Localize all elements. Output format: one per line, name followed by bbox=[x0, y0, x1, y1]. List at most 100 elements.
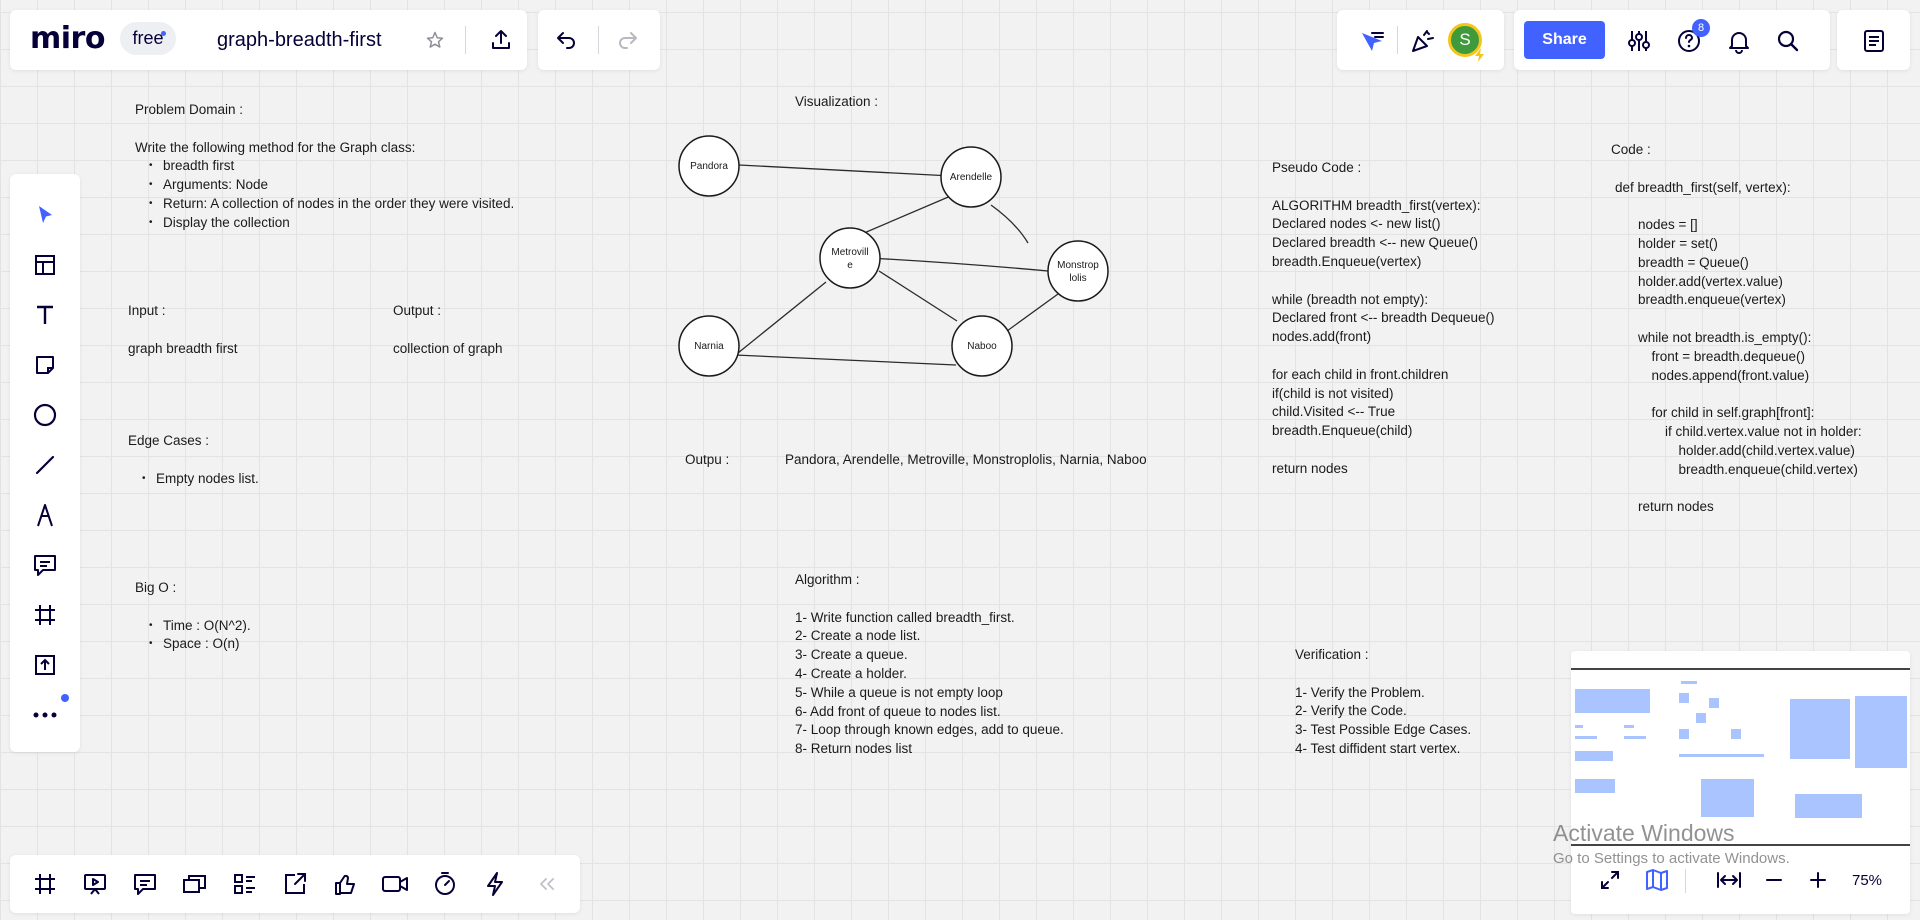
list-item: Empty nodes list. bbox=[128, 470, 259, 489]
plan-badge[interactable]: free bbox=[120, 22, 176, 55]
node-arendelle[interactable]: Arendelle bbox=[940, 146, 1002, 208]
map-icon[interactable] bbox=[1642, 865, 1672, 895]
list-item: Space : O(n) bbox=[135, 635, 251, 654]
output-block[interactable]: Output : collection of graph bbox=[393, 302, 503, 358]
output-result-label[interactable]: Outpu : bbox=[685, 451, 729, 470]
algorithm-step: 2- Create a node list. bbox=[795, 628, 921, 644]
video-icon[interactable] bbox=[380, 869, 410, 899]
comments-icon[interactable] bbox=[130, 869, 160, 899]
lightning-icon[interactable] bbox=[480, 869, 510, 899]
edge-cases-block[interactable]: Edge Cases : Empty nodes list. bbox=[128, 432, 259, 488]
verification-block[interactable]: Verification : 1- Verify the Problem. 2-… bbox=[1295, 646, 1471, 759]
edge-narnia-naboo bbox=[734, 354, 957, 366]
text-tool[interactable] bbox=[30, 300, 60, 330]
code-line: if child.vertex.value not in holder: bbox=[1665, 423, 1862, 439]
collapse-icon[interactable] bbox=[532, 869, 562, 899]
edge-metroville-monstropolis bbox=[868, 257, 1049, 272]
zoom-level[interactable]: 75% bbox=[1852, 872, 1882, 889]
problem-domain-block[interactable]: Problem Domain : Write the following met… bbox=[135, 101, 514, 233]
upload-icon[interactable] bbox=[487, 26, 515, 54]
plan-badge-label: free bbox=[132, 28, 164, 48]
sticky-note-tool[interactable] bbox=[30, 350, 60, 380]
input-block[interactable]: Input : graph breadth first bbox=[128, 302, 238, 358]
redo-icon[interactable] bbox=[614, 26, 642, 54]
templates-tool[interactable] bbox=[30, 250, 60, 280]
problem-domain-title: Problem Domain : bbox=[135, 102, 244, 117]
divider bbox=[465, 26, 466, 54]
upload-tool[interactable] bbox=[30, 650, 60, 680]
settings-sliders-icon[interactable] bbox=[1624, 26, 1654, 56]
list-icon[interactable] bbox=[230, 869, 260, 899]
presentation-icon[interactable] bbox=[80, 869, 110, 899]
edge-metroville-narnia bbox=[737, 281, 827, 354]
big-o-block[interactable]: Big O : Time : O(N^2). Space : O(n) bbox=[135, 579, 251, 654]
zoom-in-icon[interactable] bbox=[1803, 865, 1833, 895]
select-tool[interactable] bbox=[30, 200, 60, 230]
algorithm-title: Algorithm : bbox=[795, 572, 860, 587]
frames-icon[interactable] bbox=[30, 869, 60, 899]
node-narnia[interactable]: Narnia bbox=[678, 315, 740, 377]
cards-icon[interactable] bbox=[180, 869, 210, 899]
comment-tool[interactable] bbox=[30, 550, 60, 580]
code-line: breadth.enqueue(vertex) bbox=[1638, 292, 1786, 308]
node-naboo[interactable]: Naboo bbox=[951, 315, 1013, 377]
timer-icon[interactable] bbox=[430, 869, 460, 899]
output-result-value[interactable]: Pandora, Arendelle, Metroville, Monstrop… bbox=[785, 451, 1147, 470]
verification-step: 1- Verify the Problem. bbox=[1295, 684, 1425, 700]
list-item: breadth first bbox=[135, 157, 514, 176]
more-tools-dot bbox=[61, 694, 69, 702]
more-tools-icon[interactable] bbox=[30, 700, 60, 730]
board-header-panel: miro free graph-breadth-first bbox=[10, 10, 527, 70]
list-item: Time : O(N^2). bbox=[135, 617, 251, 636]
reactions-icon[interactable] bbox=[330, 869, 360, 899]
zoom-out-icon[interactable] bbox=[1759, 865, 1789, 895]
line-tool[interactable] bbox=[30, 450, 60, 480]
share-button[interactable]: Share bbox=[1524, 21, 1605, 59]
undo-icon[interactable] bbox=[552, 26, 580, 54]
pseudo-code-line: breadth.Enqueue(child) bbox=[1272, 423, 1413, 439]
frame-tool[interactable] bbox=[30, 600, 60, 630]
node-monstropolis[interactable]: Monstrop lolis bbox=[1047, 240, 1109, 302]
pseudo-code-line: child.Visited <-- True bbox=[1272, 404, 1396, 420]
star-icon[interactable] bbox=[423, 28, 447, 52]
bell-icon[interactable] bbox=[1724, 26, 1754, 56]
search-icon[interactable] bbox=[1773, 26, 1803, 56]
minimap-block bbox=[1624, 736, 1646, 739]
fit-width-icon[interactable] bbox=[1714, 865, 1744, 895]
edge-metroville-naboo bbox=[878, 270, 958, 322]
minimap-block bbox=[1790, 699, 1850, 759]
pen-tool[interactable] bbox=[30, 500, 60, 530]
algorithm-block[interactable]: Algorithm : 1- Write function called bre… bbox=[795, 571, 1064, 759]
node-metroville[interactable]: Metrovill e bbox=[819, 227, 881, 289]
pseudo-code-line bbox=[1272, 347, 1495, 366]
fullscreen-icon[interactable] bbox=[1595, 865, 1625, 895]
node-label: Narnia bbox=[694, 341, 724, 352]
pseudo-code-line: return nodes bbox=[1272, 460, 1348, 476]
input-title: Input : bbox=[128, 303, 166, 318]
list-item: Arguments: Node bbox=[135, 176, 514, 195]
pseudo-code-block[interactable]: Pseudo Code : ALGORITHM breadth_first(ve… bbox=[1272, 159, 1495, 479]
help-badge-count: 8 bbox=[1697, 22, 1705, 34]
pseudo-code-line: for each child in front.children bbox=[1272, 366, 1449, 382]
graph-diagram[interactable]: Pandora Arendelle Metrovill e Monstrop l… bbox=[670, 125, 1120, 390]
notes-panel bbox=[1837, 10, 1910, 70]
minimap-block bbox=[1575, 751, 1613, 761]
visualization-title[interactable]: Visualization : bbox=[795, 93, 878, 112]
share-screen-icon[interactable] bbox=[280, 869, 310, 899]
cursor-follow-icon[interactable] bbox=[1357, 26, 1387, 56]
minimap[interactable]: 75% bbox=[1571, 651, 1910, 914]
code-block[interactable]: Code : def breadth_first(self, vertex): n… bbox=[1611, 141, 1862, 517]
node-label: Pandora bbox=[690, 161, 728, 172]
celebrate-icon[interactable] bbox=[1407, 26, 1437, 56]
shape-tool[interactable] bbox=[30, 400, 60, 430]
minimap-viewport-top bbox=[1571, 668, 1910, 670]
node-pandora[interactable]: Pandora bbox=[678, 135, 740, 197]
notes-icon[interactable] bbox=[1859, 26, 1889, 56]
minimap-block bbox=[1624, 725, 1634, 728]
board-title[interactable]: graph-breadth-first bbox=[217, 29, 382, 52]
verification-title: Verification : bbox=[1295, 647, 1369, 662]
miro-logo[interactable]: miro bbox=[30, 21, 105, 56]
